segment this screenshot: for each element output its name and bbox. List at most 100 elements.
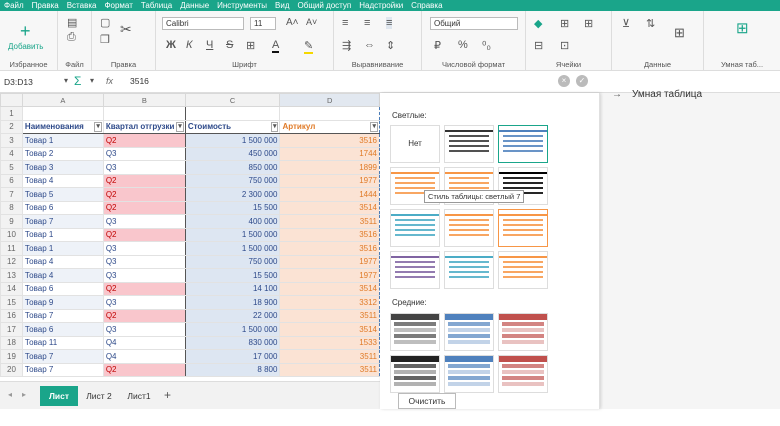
table-cell[interactable]: 750 000: [184, 173, 281, 188]
table-header-cell[interactable]: Наименования ▾: [21, 119, 104, 134]
align-left-icon[interactable]: ≡: [342, 17, 348, 29]
row-header[interactable]: 17: [0, 322, 23, 337]
save-icon[interactable]: ▤: [67, 16, 77, 29]
table-style-swatch[interactable]: [498, 355, 548, 393]
fill-bucket-icon[interactable]: ◆: [534, 17, 542, 30]
table-cell[interactable]: Q2: [102, 308, 186, 323]
table-cell[interactable]: Товар 9: [21, 295, 104, 310]
table-cell[interactable]: 15 500: [184, 200, 281, 215]
table-cell[interactable]: 3511: [279, 308, 380, 323]
table-cell[interactable]: Товар 4: [21, 173, 104, 188]
menu-item[interactable]: Правка: [32, 1, 59, 10]
table-cell[interactable]: Товар 7: [21, 214, 104, 229]
table-cell[interactable]: 1 500 000: [184, 227, 281, 242]
menu-item[interactable]: Таблица: [141, 1, 172, 10]
table-cell[interactable]: 830 000: [184, 335, 281, 350]
table-cell[interactable]: 8 800: [184, 362, 281, 377]
copy-icon[interactable]: ❐: [100, 33, 110, 46]
style-none-option[interactable]: Нет: [390, 125, 440, 163]
name-box[interactable]: D3:D13: [4, 75, 64, 89]
insert-cols-icon[interactable]: ⊞: [584, 17, 593, 30]
row-header[interactable]: 8: [0, 200, 23, 215]
row-header[interactable]: 9: [0, 214, 23, 229]
table-cell[interactable]: Товар 2: [21, 146, 104, 161]
sheet-tab[interactable]: Лист 1: [40, 386, 78, 421]
menu-item[interactable]: Общий доступ: [298, 1, 352, 10]
table-cell[interactable]: [21, 106, 104, 121]
table-cell[interactable]: Q2: [102, 133, 186, 148]
table-cell[interactable]: Q2: [102, 362, 186, 377]
table-cell[interactable]: 14 100: [184, 281, 281, 296]
table-cell[interactable]: 2 300 000: [184, 187, 281, 202]
row-header[interactable]: 3: [0, 133, 23, 148]
table-cell[interactable]: 850 000: [184, 160, 281, 175]
font-color-icon[interactable]: A: [272, 39, 280, 53]
strikethrough-icon[interactable]: S: [226, 39, 233, 51]
table-cell[interactable]: Товар 1: [21, 241, 104, 256]
chevron-down-icon[interactable]: ▾: [64, 76, 68, 85]
table-style-swatch[interactable]: [498, 125, 548, 163]
table-cell[interactable]: 1 500 000: [184, 133, 281, 148]
decimal-icon[interactable]: ⁰₀: [482, 39, 491, 52]
underline-icon[interactable]: Ч: [206, 39, 213, 51]
formula-input[interactable]: 3516: [130, 76, 149, 86]
table-style-swatch[interactable]: [390, 313, 440, 351]
wrap-text-icon[interactable]: ⇶: [342, 39, 351, 52]
table-cell[interactable]: Товар 7: [21, 308, 104, 323]
table-cell[interactable]: 3516: [279, 133, 380, 148]
menu-item[interactable]: Вид: [275, 1, 289, 10]
prev-sheet-icon[interactable]: ◂: [8, 390, 12, 399]
table-cell[interactable]: Q3: [102, 241, 186, 256]
table-cell[interactable]: Q4: [102, 335, 186, 350]
cancel-icon[interactable]: ×: [558, 75, 570, 87]
table-cell[interactable]: 1744: [279, 146, 380, 161]
column-header[interactable]: C: [184, 93, 281, 107]
table-style-swatch[interactable]: [498, 313, 548, 351]
row-header[interactable]: 12: [0, 254, 23, 269]
format-cells-icon[interactable]: ⊡: [560, 39, 569, 52]
filter-dropdown-icon[interactable]: ▾: [270, 121, 279, 132]
table-cell[interactable]: 1 500 000: [184, 241, 281, 256]
table-cell[interactable]: Q3: [102, 322, 186, 337]
font-name-select[interactable]: Calibri: [162, 17, 244, 30]
table-cell[interactable]: Товар 1: [21, 227, 104, 242]
table-header-cell[interactable]: Стоимость ▾: [184, 119, 281, 134]
menu-item[interactable]: Инструменты: [217, 1, 267, 10]
row-header[interactable]: 10: [0, 227, 23, 242]
table-cell[interactable]: 18 900: [184, 295, 281, 310]
add-sheet-icon[interactable]: +: [164, 388, 171, 402]
font-size-select[interactable]: 11: [250, 17, 276, 30]
table-cell[interactable]: 450 000: [184, 146, 281, 161]
table-header-cell[interactable]: Артикул ▾: [279, 119, 380, 134]
table-cell[interactable]: Товар 6: [21, 281, 104, 296]
table-cell[interactable]: 3312: [279, 295, 380, 310]
scissors-icon[interactable]: ✂: [120, 21, 132, 38]
row-header[interactable]: 4: [0, 146, 23, 161]
table-cell[interactable]: 1444: [279, 187, 380, 202]
table-cell[interactable]: Товар 4: [21, 268, 104, 283]
column-header[interactable]: D: [279, 93, 380, 107]
table-cell[interactable]: 3511: [279, 349, 380, 364]
row-header[interactable]: 19: [0, 349, 23, 364]
table-icon[interactable]: ⊞: [674, 25, 685, 41]
insert-rows-icon[interactable]: ⊞: [560, 17, 569, 30]
table-cell[interactable]: Q2: [102, 187, 186, 202]
row-header[interactable]: 20: [0, 362, 23, 377]
table-cell[interactable]: Товар 4: [21, 254, 104, 269]
increase-font-icon[interactable]: A˄: [286, 17, 299, 28]
table-cell[interactable]: Товар 6: [21, 200, 104, 215]
table-cell[interactable]: Q3: [102, 268, 186, 283]
table-cell[interactable]: [102, 106, 186, 121]
filter-dropdown-icon[interactable]: ▾: [370, 121, 378, 132]
menu-item[interactable]: Надстройки: [359, 1, 403, 10]
table-cell[interactable]: 22 000: [184, 308, 281, 323]
table-style-swatch[interactable]: [444, 313, 494, 351]
align-right-icon[interactable]: ≡: [386, 17, 393, 29]
bold-icon[interactable]: Ж: [166, 39, 176, 51]
plus-icon[interactable]: +: [20, 21, 31, 42]
filter-dropdown-icon[interactable]: ▾: [176, 121, 184, 132]
table-cell[interactable]: Q4: [102, 349, 186, 364]
borders-icon[interactable]: ⊞: [246, 39, 255, 52]
menu-item[interactable]: Формат: [104, 1, 132, 10]
table-cell[interactable]: 3516: [279, 227, 380, 242]
